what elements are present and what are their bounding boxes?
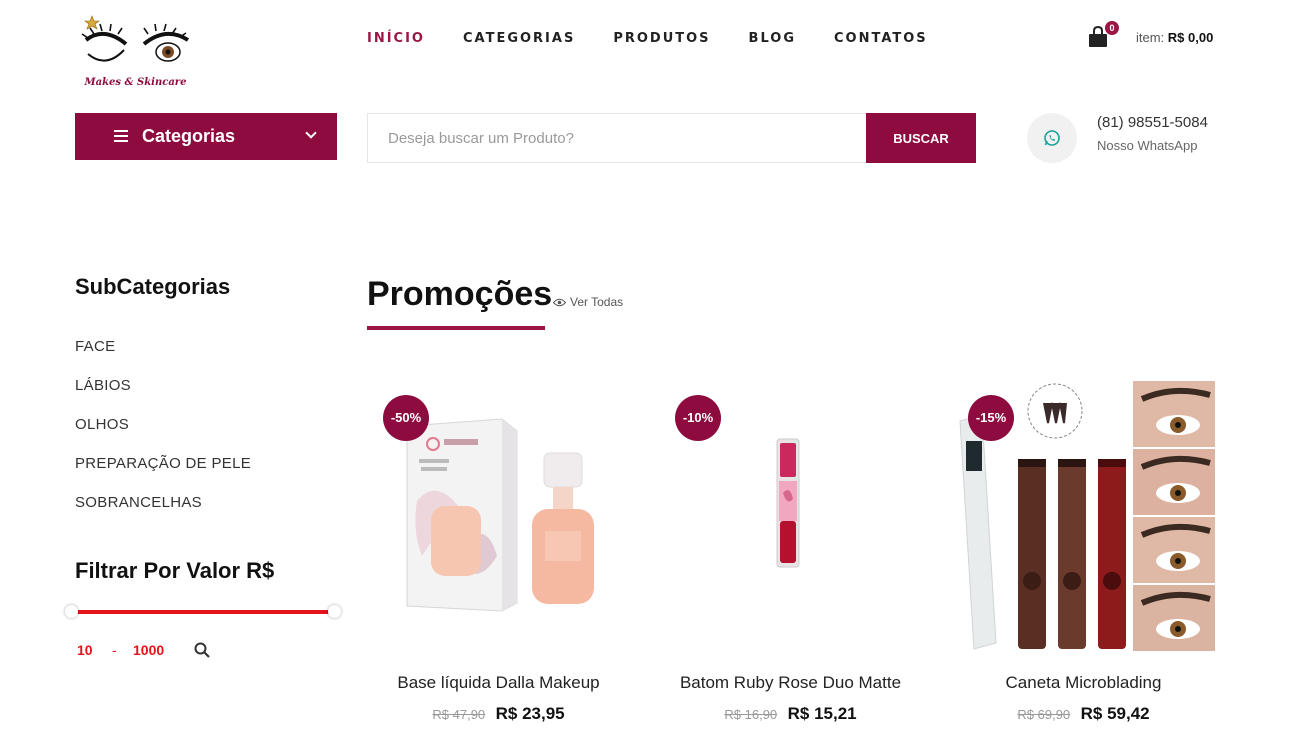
price-slider-min-handle[interactable]	[65, 605, 78, 618]
discount-badge: -50%	[383, 395, 429, 441]
filter-search-icon[interactable]	[194, 642, 210, 658]
product-old-price: R$ 69,90	[1017, 707, 1071, 722]
product-prices: R$ 16,90 R$ 15,21	[659, 704, 922, 724]
hamburger-icon	[114, 130, 128, 142]
cart-count-badge: 0	[1105, 21, 1119, 35]
product-price: R$ 59,42	[1080, 704, 1150, 723]
product-card[interactable]: -10% Batom Ruby Rose Duo Matte R$ 16,90 …	[659, 381, 922, 744]
subcategories-title: SubCategorias	[75, 274, 231, 299]
cart-total-label: item:	[1136, 30, 1165, 45]
product-price: R$ 23,95	[495, 704, 565, 723]
nav-contatos[interactable]: CONTATOS	[834, 31, 928, 46]
logo-eyes-icon	[81, 15, 190, 62]
product-name[interactable]: Batom Ruby Rose Duo Matte	[659, 673, 922, 693]
product-card[interactable]: -50% Base líquida Dalla Makeup R$ 47,90 …	[367, 381, 630, 744]
product-old-price: R$ 47,90	[432, 707, 486, 722]
eye-icon	[553, 298, 566, 306]
product-prices: R$ 47,90 R$ 23,95	[367, 704, 630, 724]
cart-total[interactable]: item: R$ 0,00	[1136, 30, 1213, 45]
discount-badge: -10%	[675, 395, 721, 441]
product-prices: R$ 69,90 R$ 59,42	[952, 704, 1215, 724]
product-old-price: R$ 16,90	[724, 707, 778, 722]
subcategories-list: FACE LÁBIOS OLHOS PREPARAÇÃO DE PELE SOB…	[75, 338, 251, 533]
product-card[interactable]: -15% Caneta Microblading R$ 69,90 R$ 59,…	[952, 381, 1215, 744]
whatsapp-phone[interactable]: (81) 98551-5084	[1097, 114, 1208, 131]
price-slider-max-handle[interactable]	[328, 605, 341, 618]
site-logo[interactable]: Makes & Skincare	[78, 14, 193, 94]
search-button[interactable]: BUSCAR	[866, 113, 976, 163]
main-nav: INÍCIO CATEGORIAS PRODUTOS BLOG CONTATOS	[367, 31, 966, 46]
price-min-value: 10	[77, 642, 93, 658]
nav-produtos[interactable]: PRODUTOS	[613, 31, 710, 46]
see-all-link[interactable]: Ver Todas	[553, 295, 623, 309]
cart-total-value: R$ 0,00	[1167, 30, 1214, 45]
price-max-value: 1000	[133, 642, 165, 658]
subcategory-sobrancelhas[interactable]: SOBRANCELHAS	[75, 494, 251, 533]
product-price: R$ 15,21	[787, 704, 857, 723]
promotions-title-underline	[367, 326, 545, 330]
promotions-title: Promoções	[367, 275, 553, 313]
price-separator: -	[112, 642, 117, 658]
price-slider-track[interactable]	[72, 610, 334, 614]
chevron-down-icon	[305, 127, 317, 139]
subcategory-olhos[interactable]: OLHOS	[75, 416, 251, 455]
subcategory-face[interactable]: FACE	[75, 338, 251, 377]
discount-badge: -15%	[968, 395, 1014, 441]
see-all-label: Ver Todas	[570, 295, 624, 309]
whatsapp-icon[interactable]	[1027, 113, 1077, 163]
whatsapp-label: Nosso WhatsApp	[1097, 138, 1198, 153]
nav-blog[interactable]: BLOG	[749, 31, 796, 46]
categories-button-label: Categorias	[142, 126, 236, 146]
categories-dropdown-button[interactable]: Categorias	[75, 113, 337, 160]
price-filter-title: Filtrar Por Valor R$	[75, 558, 275, 583]
nav-categorias[interactable]: CATEGORIAS	[463, 31, 575, 46]
search-input[interactable]	[367, 113, 866, 163]
subcategory-preparacao-de-pele[interactable]: PREPARAÇÃO DE PELE	[75, 455, 251, 494]
nav-inicio[interactable]: INÍCIO	[367, 31, 425, 46]
product-name[interactable]: Base líquida Dalla Makeup	[367, 673, 630, 693]
subcategory-labios[interactable]: LÁBIOS	[75, 377, 251, 416]
logo-text: Makes & Skincare	[84, 77, 187, 88]
product-name[interactable]: Caneta Microblading	[952, 673, 1215, 693]
